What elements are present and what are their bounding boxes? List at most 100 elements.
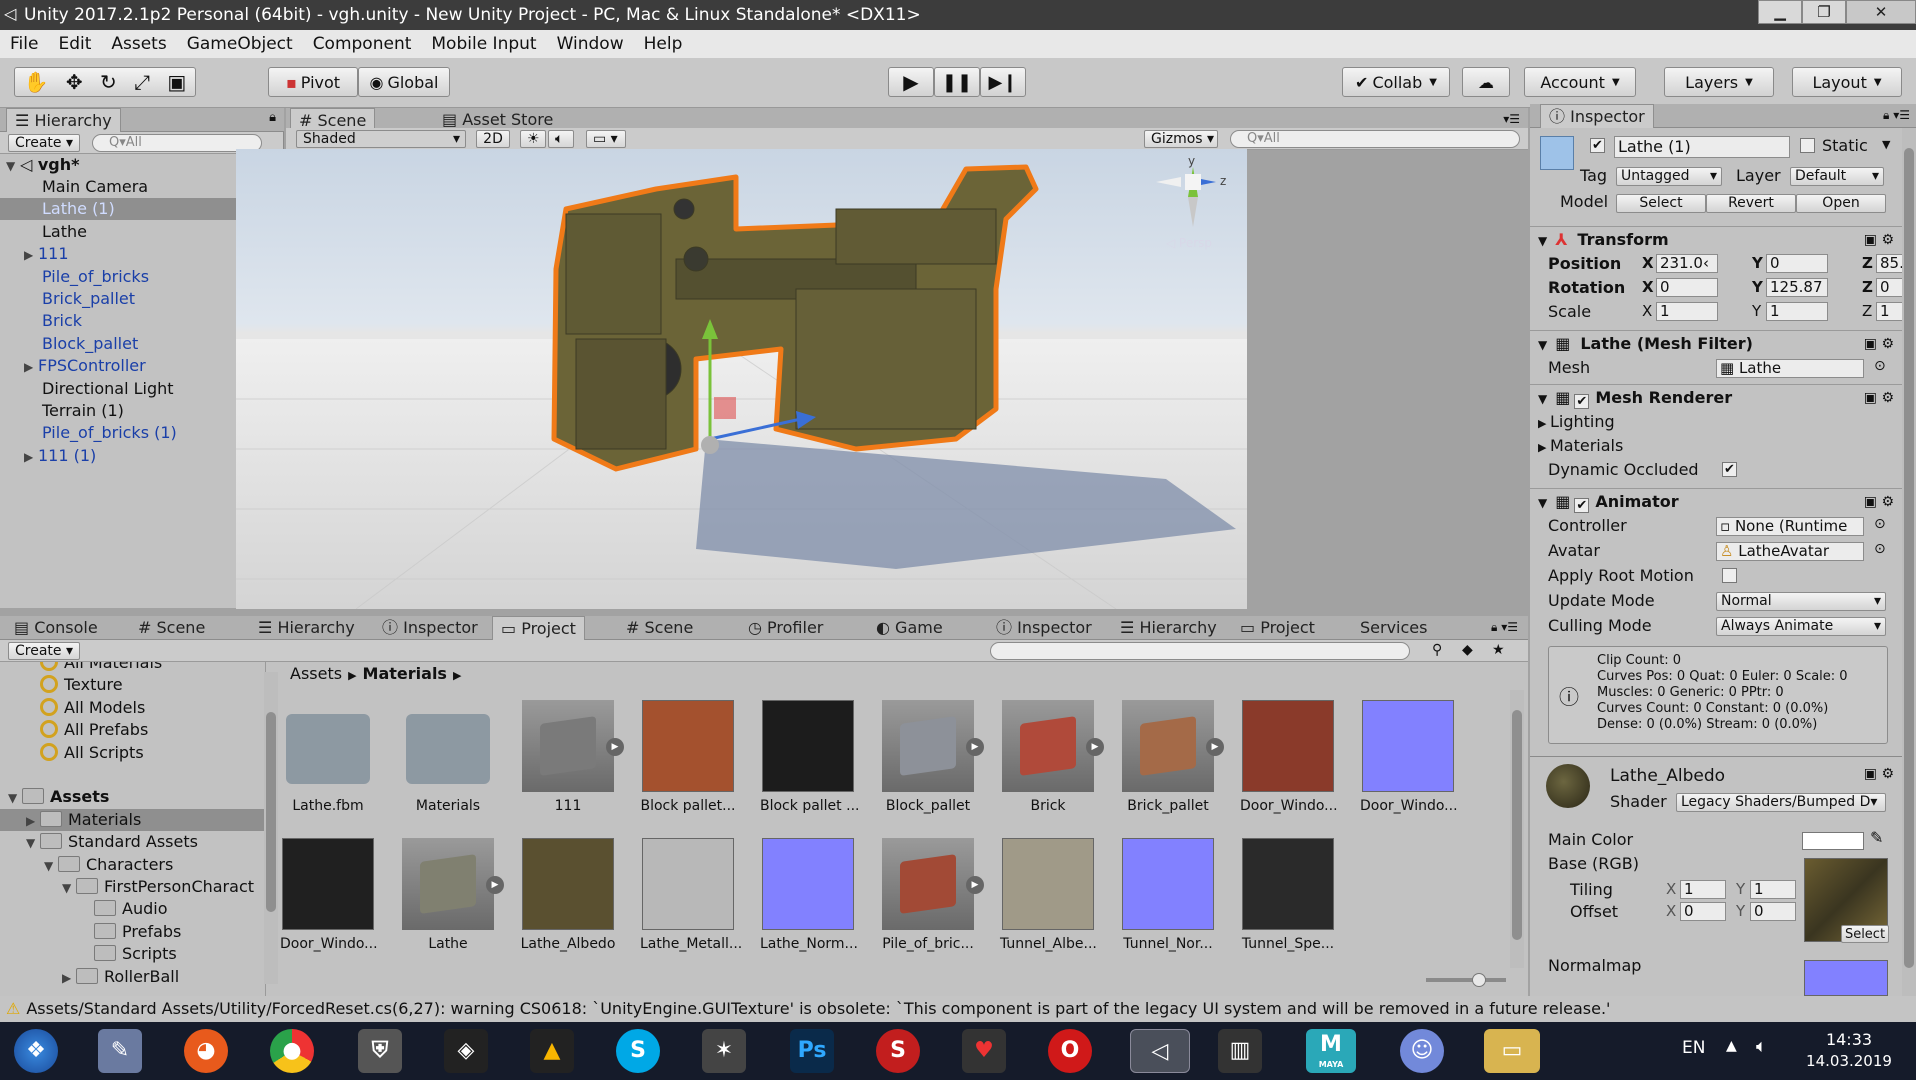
project-tree-item[interactable]: All Prefabs [0, 719, 265, 741]
expand-caret-icon[interactable]: ▶ [24, 244, 38, 266]
lighting-toggle-icon[interactable]: ☀ [520, 130, 546, 148]
asset-item[interactable]: ▶ Brick [1000, 700, 1104, 814]
rect-tool-icon[interactable]: ▣ [167, 70, 186, 94]
project-tree-item[interactable]: Audio [0, 898, 265, 920]
main-color-swatch[interactable] [1802, 832, 1864, 850]
expand-asset-icon[interactable]: ▶ [966, 738, 984, 756]
project-tree-item[interactable]: Prefabs [0, 921, 265, 943]
material-settings-icon[interactable]: ▣ ⚙ [1864, 766, 1894, 782]
scale-tool-icon[interactable]: ⤢ [134, 70, 150, 94]
hierarchy-create-dropdown[interactable]: Create ▾ [8, 134, 81, 152]
expand-caret-icon[interactable]: ▶ [24, 356, 38, 378]
tab-project[interactable]: ▭ Project [1232, 616, 1323, 640]
object-picker-icon[interactable]: ⊙ [1874, 516, 1886, 532]
tree-caret-icon[interactable]: ▼ [8, 787, 22, 809]
object-name-field[interactable]: Lathe (1) [1614, 136, 1790, 158]
expand-caret-icon[interactable]: ▶ [24, 446, 38, 468]
project-tree-item[interactable]: ▼ Characters [0, 854, 265, 876]
shading-mode-dropdown[interactable]: Shaded ▾ [296, 130, 466, 148]
asset-item[interactable]: Door_Windo... [1360, 700, 1458, 814]
warning-app-icon[interactable]: ▲ [530, 1029, 574, 1073]
texture-select-button[interactable]: Select [1841, 925, 1889, 943]
static-dropdown-icon[interactable]: ▼ [1882, 138, 1890, 151]
project-tree-item[interactable]: ▶ RollerBall [0, 966, 265, 989]
asset-item[interactable]: Door_Windo... [1240, 700, 1338, 814]
tag-dropdown[interactable]: Untagged ▾ [1616, 167, 1722, 186]
minimize-button[interactable]: ▁ [1758, 0, 1802, 24]
step-button[interactable]: ▶❙ [980, 67, 1026, 97]
apply-root-motion-checkbox[interactable] [1722, 568, 1737, 583]
effects-dropdown-icon[interactable]: ▭ ▾ [586, 130, 626, 148]
controller-field[interactable]: ▫ None (Runtime [1716, 517, 1864, 536]
tree-caret-icon[interactable]: ▼ [62, 877, 76, 899]
breadcrumb-materials[interactable]: Materials [363, 664, 447, 683]
project-menu-icon[interactable]: 🔒︎ ▾☰ [1491, 620, 1518, 635]
asset-item[interactable]: Door_Windo... [280, 838, 378, 952]
account-dropdown[interactable]: Account ▼ [1524, 67, 1636, 97]
menu-window[interactable]: Window [547, 34, 634, 54]
cloud-button[interactable]: ☁ [1462, 67, 1510, 97]
asset-item[interactable]: ▶ Pile_of_bric... [880, 838, 984, 952]
asset-item[interactable]: Tunnel_Albe... [1000, 838, 1097, 952]
rot-z-field[interactable]: 0 [1876, 278, 1902, 297]
component-settings-icon[interactable]: ▣ ⚙ [1864, 489, 1894, 515]
tab-hierarchy[interactable]: ☰ Hierarchy [1112, 616, 1225, 640]
language-indicator[interactable]: EN [1682, 1038, 1705, 1058]
asset-item[interactable]: Block pallet... [640, 700, 736, 814]
pos-y-field[interactable]: 0 [1766, 254, 1828, 273]
epic-games-icon[interactable]: ◈ [444, 1029, 488, 1073]
mesh-filter-header[interactable]: ▼ ▦ Lathe (Mesh Filter) ▣ ⚙ [1530, 330, 1902, 356]
component-settings-icon[interactable]: ▣ ⚙ [1864, 385, 1894, 411]
zoom-slider-thumb[interactable] [1472, 973, 1486, 987]
model-open-button[interactable]: Open [1796, 194, 1886, 213]
global-toggle[interactable]: ◉ Global [358, 67, 450, 97]
update-mode-dropdown[interactable]: Normal ▾ [1716, 592, 1886, 611]
animator-header[interactable]: ▼ ▦ ✔ Animator ▣ ⚙ [1530, 488, 1902, 514]
substance-icon[interactable]: S [876, 1029, 920, 1073]
menu-component[interactable]: Component [303, 34, 422, 54]
culling-mode-dropdown[interactable]: Always Animate ▾ [1716, 617, 1886, 636]
asset-item[interactable]: ▶ Block_pallet [880, 700, 984, 814]
asset-item[interactable]: ▶ Brick_pallet [1120, 700, 1224, 814]
layers-dropdown[interactable]: Layers ▼ [1664, 67, 1774, 97]
asset-item[interactable]: Lathe.fbm [280, 700, 376, 814]
expand-asset-icon[interactable]: ▶ [966, 876, 984, 894]
tree-scrollbar[interactable] [264, 672, 278, 984]
clock-date[interactable]: 14.03.2019 [1804, 1052, 1894, 1070]
scl-x-field[interactable]: 1 [1656, 302, 1718, 321]
mesh-renderer-header[interactable]: ▼ ▦ ✔ Mesh Renderer ▣ ⚙ [1530, 384, 1902, 410]
animator-enabled-checkbox[interactable]: ✔ [1574, 498, 1590, 513]
favorite-icon[interactable]: ★ [1492, 642, 1505, 658]
expand-asset-icon[interactable]: ▶ [486, 876, 504, 894]
project-tree-item[interactable]: All Materials [0, 662, 265, 674]
pos-x-field[interactable]: 231.0‹ [1656, 254, 1718, 273]
project-tree-item[interactable]: ▼ Assets [0, 786, 265, 809]
tree-caret-icon[interactable]: ▶ [62, 967, 76, 989]
model-select-button[interactable]: Select [1616, 194, 1706, 213]
filter-type-icon[interactable]: ⚲ [1432, 642, 1442, 658]
component-settings-icon[interactable]: ▣ ⚙ [1864, 227, 1894, 253]
project-tree-item[interactable]: ▼ FirstPersonCharact [0, 876, 265, 899]
asset-item[interactable]: Block pallet ... [760, 700, 859, 814]
tab-hierarchy[interactable]: ☰ Hierarchy [250, 616, 363, 640]
maya-icon[interactable]: M MAYA [1306, 1029, 1356, 1073]
component-settings-icon[interactable]: ▣ ⚙ [1864, 331, 1894, 357]
expand-asset-icon[interactable]: ▶ [606, 738, 624, 756]
tree-scroll-thumb[interactable] [266, 712, 276, 912]
skype-icon[interactable]: S [616, 1029, 660, 1073]
normalmap-texture-slot[interactable] [1804, 960, 1888, 996]
lighting-foldout[interactable]: ▶ Lighting [1530, 410, 1902, 434]
shader-dropdown[interactable]: Legacy Shaders/Bumped D▾ [1676, 793, 1886, 812]
status-bar[interactable]: ⚠ Assets/Standard Assets/Utility/ForcedRe… [0, 996, 1916, 1022]
menu-gameobject[interactable]: GameObject [177, 34, 303, 54]
grid-scroll-thumb[interactable] [1512, 710, 1522, 940]
asset-item[interactable]: Tunnel_Nor... [1120, 838, 1216, 952]
rot-y-field[interactable]: 125.87 [1766, 278, 1828, 297]
menu-edit[interactable]: Edit [48, 34, 101, 54]
project-tree-item[interactable]: All Models [0, 697, 265, 719]
object-picker-icon[interactable]: ⊙ [1874, 358, 1886, 374]
eyedropper-icon[interactable]: ✎ [1870, 828, 1883, 847]
world-of-tanks-icon[interactable]: ⛨ [358, 1029, 402, 1073]
layer-dropdown[interactable]: Default ▾ [1790, 167, 1884, 186]
tab-game[interactable]: ◐ Game [868, 616, 951, 640]
